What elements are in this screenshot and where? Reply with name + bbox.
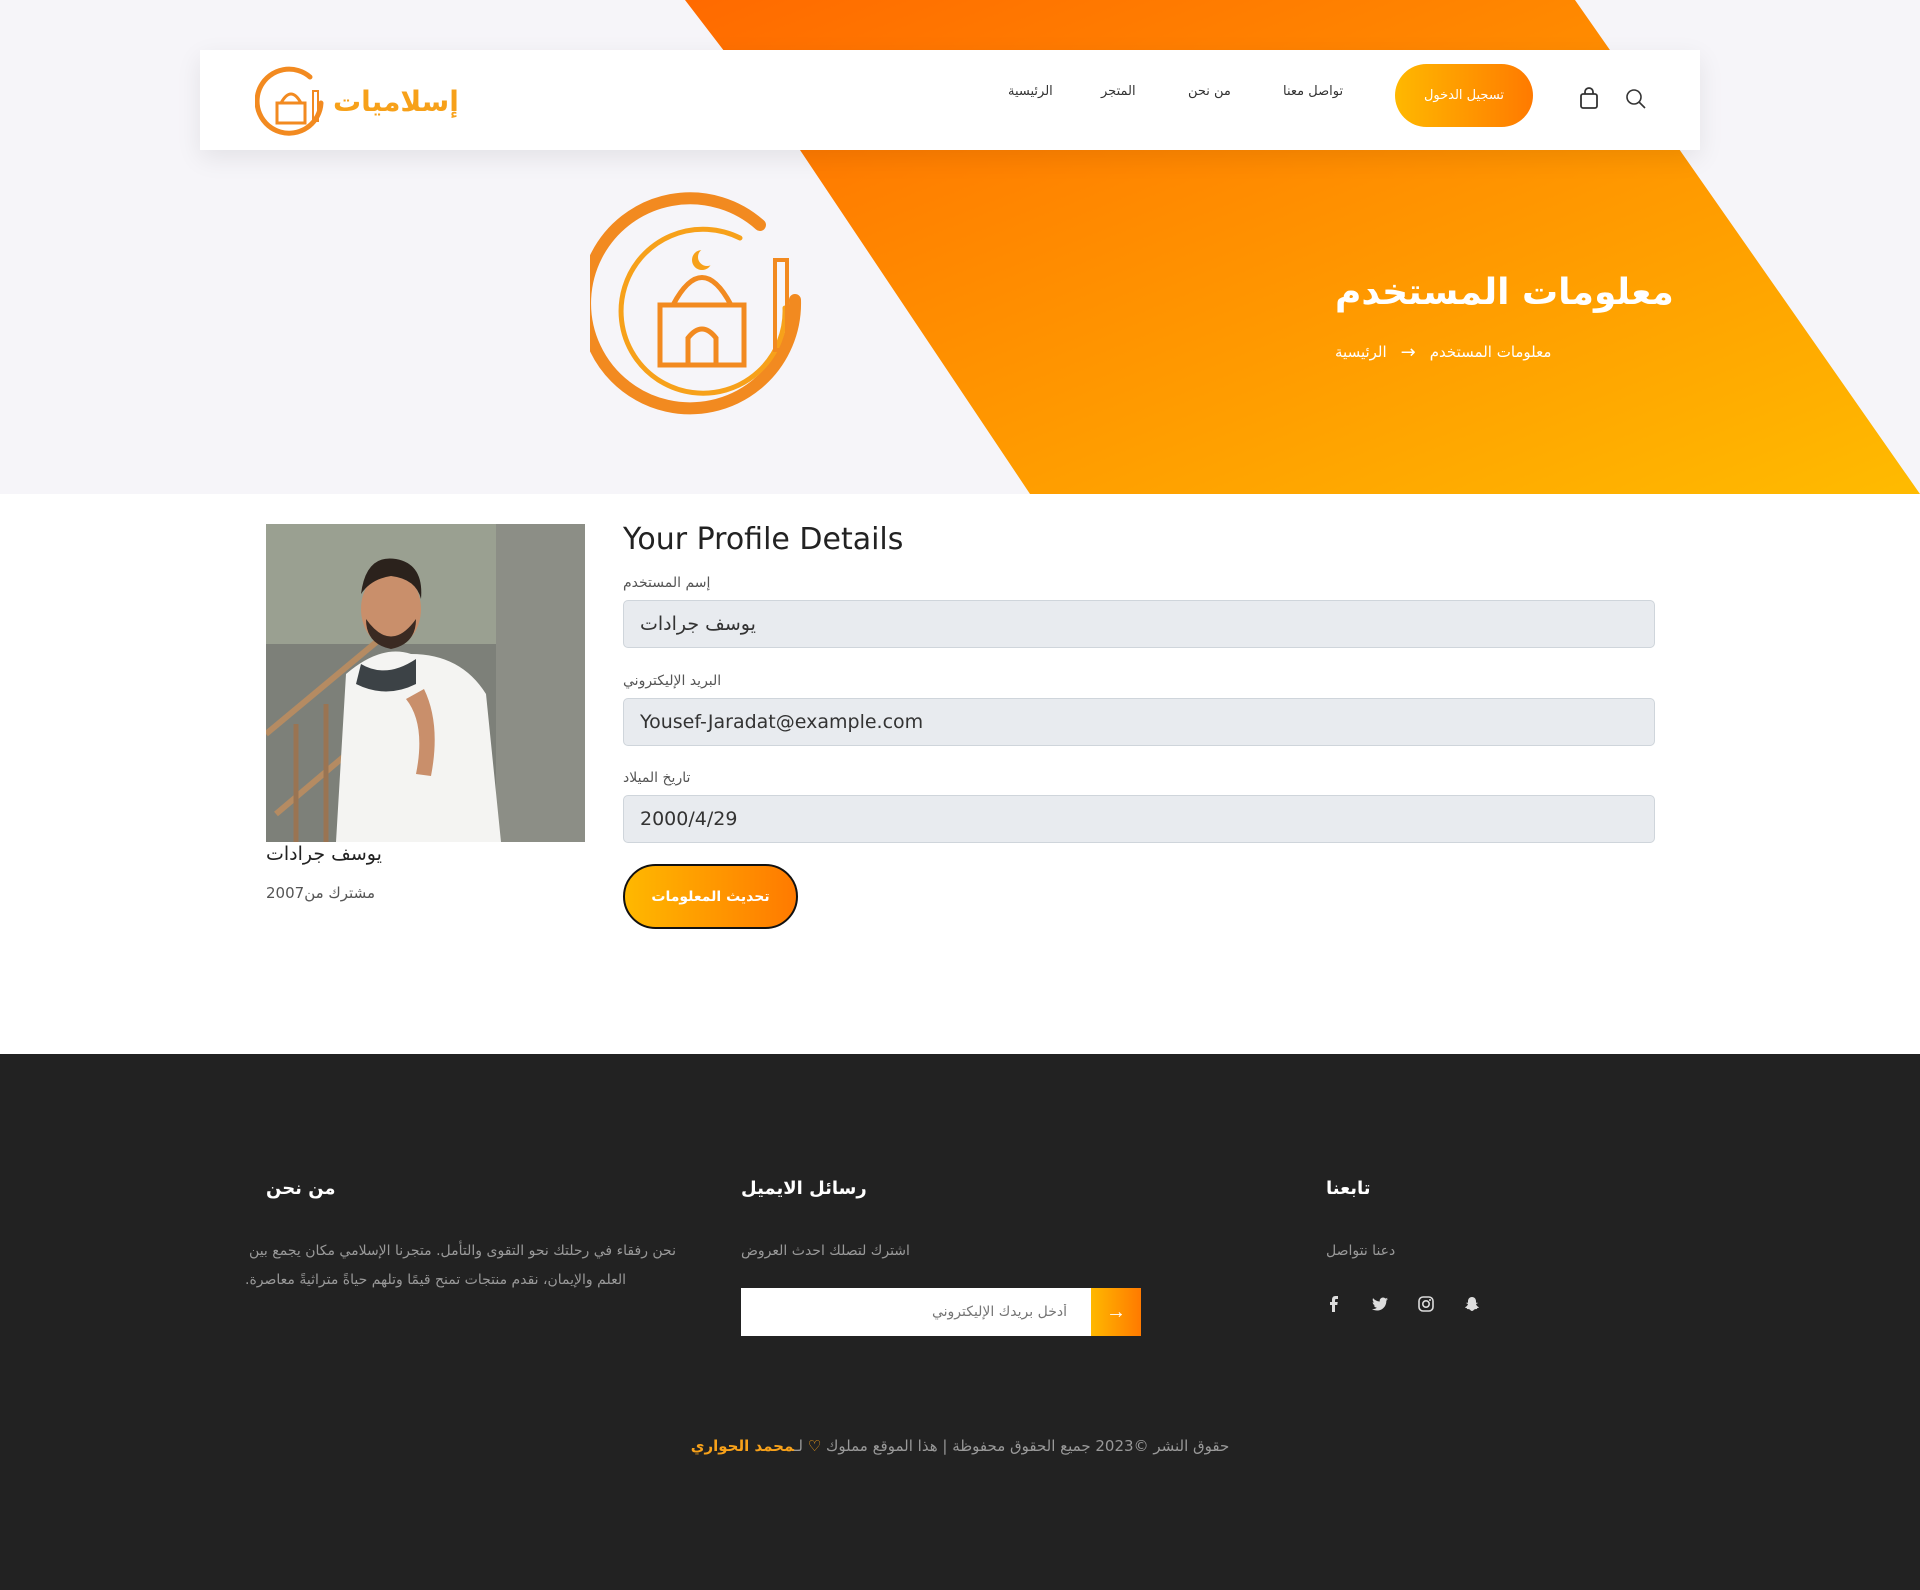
login-button[interactable]: تسجيل الدخول — [1395, 64, 1533, 127]
breadcrumb: الرئيسية → معلومات المستخدم — [1335, 340, 1551, 364]
footer-about-text-2: العلم والإيمان، نقدم منتجات تمنح قيمًا و… — [245, 1272, 626, 1288]
newsletter-submit-button[interactable]: → — [1091, 1288, 1141, 1336]
form-title: Your Profile Details — [623, 522, 904, 557]
copyright-text: حقوق النشر ©2023 جميع الحقوق محفوظة | هذ… — [826, 1437, 1230, 1455]
footer-about-title: من نحن — [266, 1178, 336, 1199]
footer-follow-text: دعنا نتواصل — [1326, 1243, 1396, 1259]
mosque-logo-large — [579, 190, 815, 415]
username-field[interactable]: يوسف جرادات — [623, 600, 1655, 648]
twitter-icon[interactable] — [1368, 1292, 1392, 1316]
mosque-icon — [255, 66, 324, 136]
search-icon[interactable] — [1625, 88, 1647, 110]
brand-logo[interactable]: إسلاميات — [255, 66, 459, 136]
top-navbar: إسلاميات الرئيسية المتجر من نحن تواصل مع… — [200, 50, 1700, 150]
arrow-right-icon: → — [1400, 341, 1416, 363]
snapchat-icon[interactable] — [1460, 1292, 1484, 1316]
footer-newsletter-text: اشترك لتصلك احدث العروض — [741, 1243, 910, 1259]
page: معلومات المستخدم الرئيسية → معلومات المس… — [0, 0, 1920, 1590]
member-since: مشترك من2007 — [266, 884, 375, 902]
update-info-button[interactable]: تحديث المعلومات — [623, 864, 798, 929]
shopping-bag-icon[interactable] — [1578, 86, 1600, 110]
newsletter-email-input[interactable] — [741, 1288, 1091, 1336]
profile-photo — [266, 524, 585, 842]
social-links — [1322, 1292, 1484, 1316]
nav-link-contact[interactable]: تواصل معنا — [1283, 84, 1343, 99]
birthdate-field[interactable]: 2000/4/29 — [623, 795, 1655, 843]
author-link[interactable]: محمد الحواري — [691, 1437, 794, 1455]
username-label: إسم المستخدم — [623, 575, 711, 591]
footer-about-text-1: نحن رفقاء في رحلتك نحو التقوى والتأمل. م… — [249, 1243, 676, 1259]
email-label: البريد الإليكتروني — [623, 673, 722, 689]
email-value: Yousef-Jaradat@example.com — [640, 711, 924, 733]
copyright: حقوق النشر ©2023 جميع الحقوق محفوظة | هذ… — [0, 1437, 1920, 1455]
email-field[interactable]: Yousef-Jaradat@example.com — [623, 698, 1655, 746]
nav-link-store[interactable]: المتجر — [1101, 84, 1136, 99]
instagram-icon[interactable] — [1414, 1292, 1438, 1316]
birthdate-label: تاريخ الميلاد — [623, 770, 691, 786]
facebook-icon[interactable] — [1322, 1292, 1346, 1316]
breadcrumb-current: معلومات المستخدم — [1429, 343, 1552, 361]
profile-name: يوسف جرادات — [266, 843, 382, 865]
copyright-by: لـ — [794, 1437, 803, 1455]
nav-link-about[interactable]: من نحن — [1188, 84, 1231, 99]
brand-name: إسلاميات — [333, 84, 459, 118]
page-title: معلومات المستخدم — [1335, 272, 1674, 313]
footer-follow-title: تابعنا — [1326, 1178, 1371, 1199]
heart-icon: ♡ — [807, 1437, 822, 1455]
username-value: يوسف جرادات — [640, 613, 756, 635]
nav-link-home[interactable]: الرئيسية — [1008, 84, 1053, 99]
breadcrumb-home[interactable]: الرئيسية — [1335, 343, 1387, 361]
birthdate-value: 2000/4/29 — [640, 808, 738, 830]
arrow-right-icon: → — [1106, 1300, 1126, 1323]
newsletter-form: → — [741, 1288, 1141, 1336]
footer-newsletter-title: رسائل الايميل — [741, 1178, 867, 1199]
